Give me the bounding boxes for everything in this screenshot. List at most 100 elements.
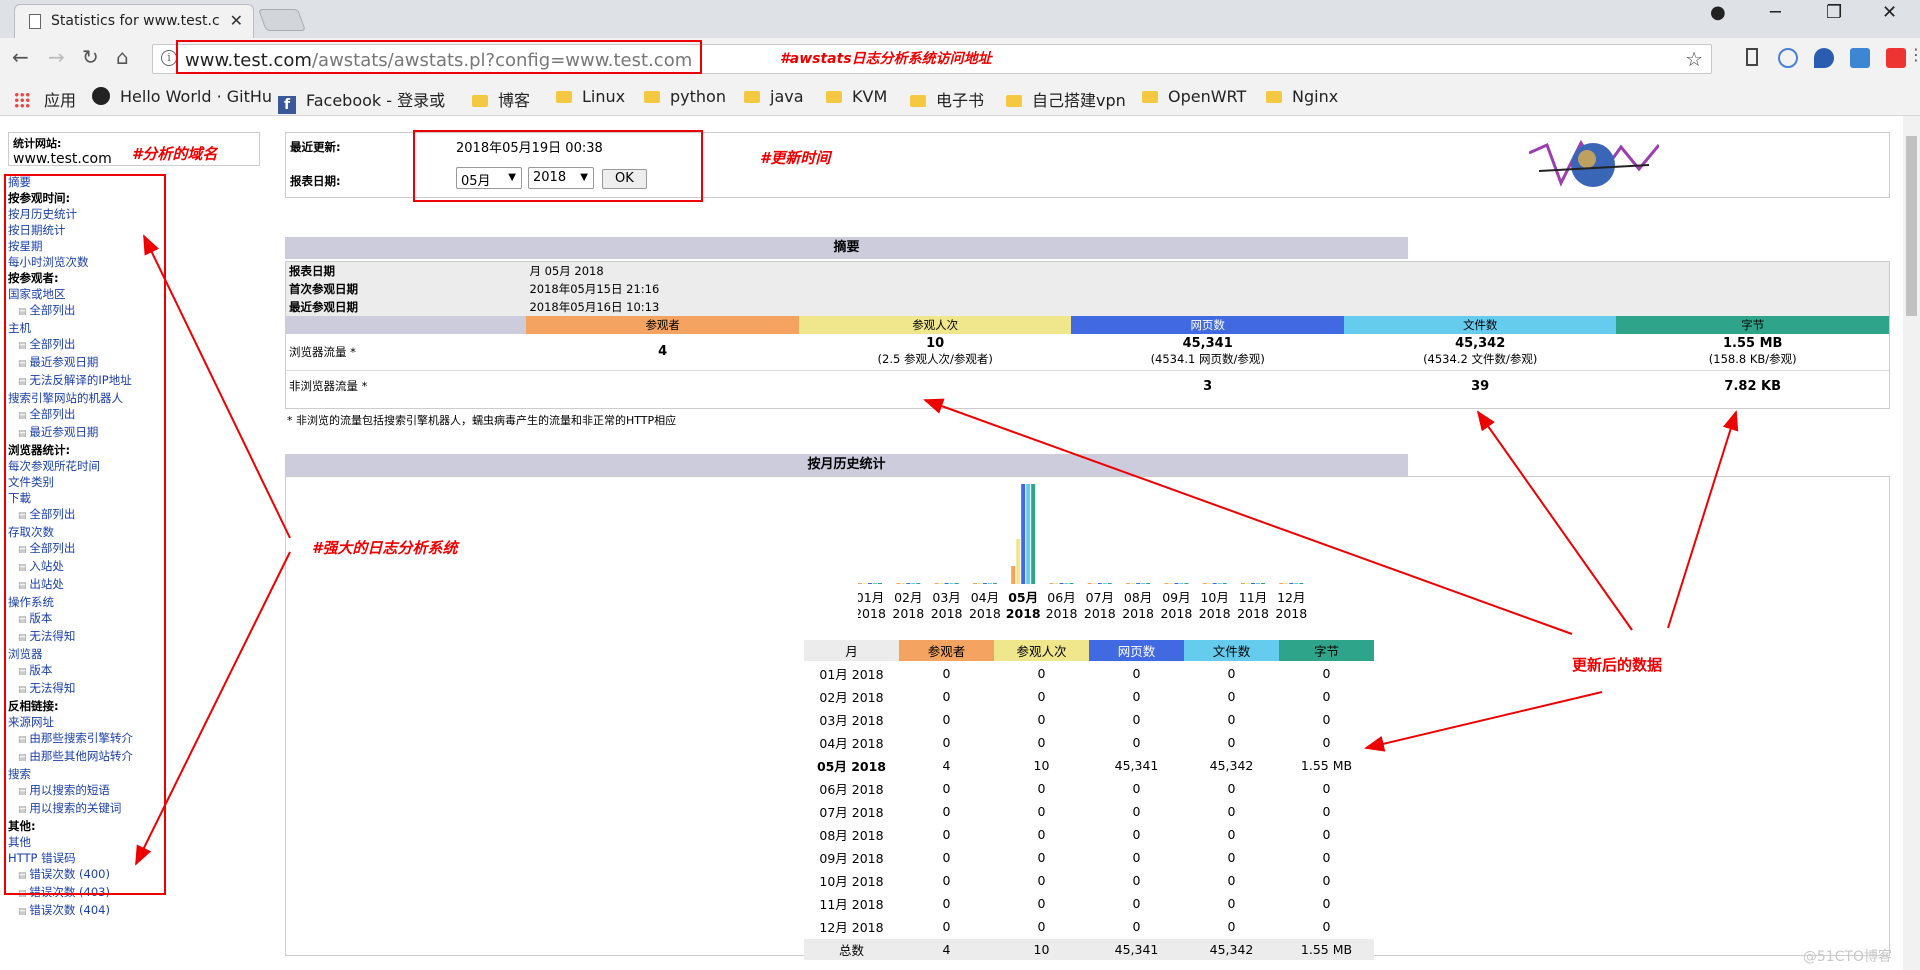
table-cell: 08月 2018 [819,828,884,843]
table-cell: 0 [1322,781,1331,796]
bookmark-github[interactable]: Hello World · GitHu [92,87,272,106]
awstats-logo-icon [1529,139,1659,187]
tab-bar: Statistics for www.test.c ✕ ● ─ ❐ ✕ [0,0,1920,38]
bookmark-folder-linux[interactable]: Linux [556,87,625,106]
chart-bar [1097,583,1102,584]
table-cell: 0 [1322,827,1331,842]
bookmark-star-icon[interactable]: ☆ [1685,47,1703,71]
table-cell: 0 [1132,689,1141,704]
table-cell: 总数 [804,939,899,960]
time-highlight-box [413,130,703,202]
table-cell: 12月 2018 [819,920,884,935]
not-viewed-traffic-label: 非浏览器流量 * [289,379,368,394]
chart-bar [1031,484,1036,584]
bookmark-folder-kvm[interactable]: KVM [826,87,887,106]
bookmark-folder-openwrt[interactable]: OpenWRT [1142,87,1246,106]
tab-title: Statistics for www.test.c [51,13,220,29]
time-annotation: #更新时间 [760,149,831,167]
table-cell: 0 [1227,712,1236,727]
bookmark-manager-icon[interactable] [1746,48,1758,66]
new-tab-button[interactable] [257,9,307,31]
bookmark-facebook[interactable]: f Facebook - 登录或 [278,87,445,114]
monthly-table: 月参观者 参观人次 网页数 文件数 字节 01月 2018 0 0 0 0 0 02月 2018 0 0 0… [804,638,1374,962]
account-icon[interactable]: ● [1710,2,1726,23]
chart-bar [992,583,997,584]
table-cell: 0 [1037,827,1046,842]
chart-year-label: 2018 [1199,606,1231,621]
chart-year-label: 2018 [1237,606,1269,621]
bookmarks-bar: 应用 Hello World · GitHu f Facebook - 登录或 博… [0,78,1920,116]
screenshot-extension-icon[interactable] [1850,48,1870,68]
vpn-extension-icon[interactable] [1814,48,1834,68]
bookmark-folder-ebooks[interactable]: 电子书 [910,87,984,111]
chart-bar [1246,583,1250,584]
bookmark-folder-python[interactable]: python [644,87,726,106]
chart-bar [1011,566,1016,584]
col-bytes-header: 字节 [1616,316,1889,334]
table-cell: 0 [1227,873,1236,888]
table-header-cell: 网页数 [1089,640,1184,661]
table-row: 07月 2018 0 0 0 0 0 [804,801,1374,822]
table-cell: 0 [942,804,951,819]
table-cell: 0 [942,850,951,865]
table-cell: 45,342 [1209,758,1254,773]
menu-link[interactable]: 错误次数 (404) [8,902,168,920]
chart-bar [1049,583,1054,584]
table-cell: 0 [1132,804,1141,819]
table-cell: 0 [1322,804,1331,819]
table-header-cell: 参观者 [899,640,994,661]
url-annotation: #awstats日志分析系统访问地址 [780,51,992,67]
sync-extension-icon[interactable] [1778,48,1798,68]
chart-bar [954,583,959,584]
bookmark-folder-blog[interactable]: 博客 [472,87,530,111]
not-viewed-pages: 3 [1203,378,1213,394]
forward-icon[interactable]: → [48,45,65,69]
bookmark-folder-vpn[interactable]: 自己搭建vpn [1006,87,1126,111]
reload-icon[interactable]: ↻ [82,45,99,69]
bookmark-folder-java[interactable]: java [744,87,804,106]
table-cell: 45,342 [1184,939,1279,960]
menu-icon[interactable]: ⋮ [1908,45,1920,64]
chart-bar [878,583,882,584]
page-icon [29,14,41,29]
table-cell: 0 [1132,666,1141,681]
home-icon[interactable]: ⌂ [116,45,129,69]
folder-icon [472,95,488,107]
not-viewed-hits: 39 [1471,378,1490,394]
table-cell: 0 [1322,712,1331,727]
table-cell: 0 [1322,735,1331,750]
table-cell: 10月 2018 [819,874,884,889]
browser-tab[interactable]: Statistics for www.test.c ✕ [14,4,254,38]
summary-box: 报表日期 月 05月 2018 首次参观日期 2018年05月15日 21:16… [285,261,1890,409]
table-cell: 0 [1322,850,1331,865]
table-cell: 09月 2018 [819,851,884,866]
bookmark-apps[interactable]: 应用 [14,87,76,111]
close-tab-icon[interactable]: ✕ [230,11,243,30]
vertical-scrollbar[interactable] [1903,116,1920,970]
blank-header-cell [286,316,527,334]
table-header-cell: 月 [804,640,899,661]
info-icon[interactable]: i [161,50,177,66]
monthly-section-title: 按月历史统计 [285,454,1408,476]
table-cell: 4 [899,939,994,960]
chart-bar [868,583,872,584]
table-row: 12月 2018 0 0 0 0 0 [804,916,1374,937]
chart-bar [1069,583,1074,584]
scrollbar-thumb[interactable] [1906,136,1917,316]
table-header-row: 月参观者 参观人次 网页数 文件数 字节 [804,640,1374,661]
chart-bar [1054,583,1059,584]
minimize-icon[interactable]: ─ [1770,2,1781,23]
back-icon[interactable]: ← [12,45,29,69]
chart-bar [1222,583,1227,584]
restore-icon[interactable]: ❐ [1826,2,1842,23]
table-cell: 0 [1132,896,1141,911]
chart-year-label: 2018 [1084,606,1116,621]
bookmark-folder-nginx[interactable]: Nginx [1266,87,1338,106]
table-cell: 0 [942,827,951,842]
chart-bar [1146,583,1151,584]
table-row: 11月 2018 0 0 0 0 0 [804,893,1374,914]
chart-bar [1016,539,1021,584]
close-window-icon[interactable]: ✕ [1882,2,1897,23]
chart-bar [1174,583,1179,584]
todoist-extension-icon[interactable] [1886,48,1906,68]
